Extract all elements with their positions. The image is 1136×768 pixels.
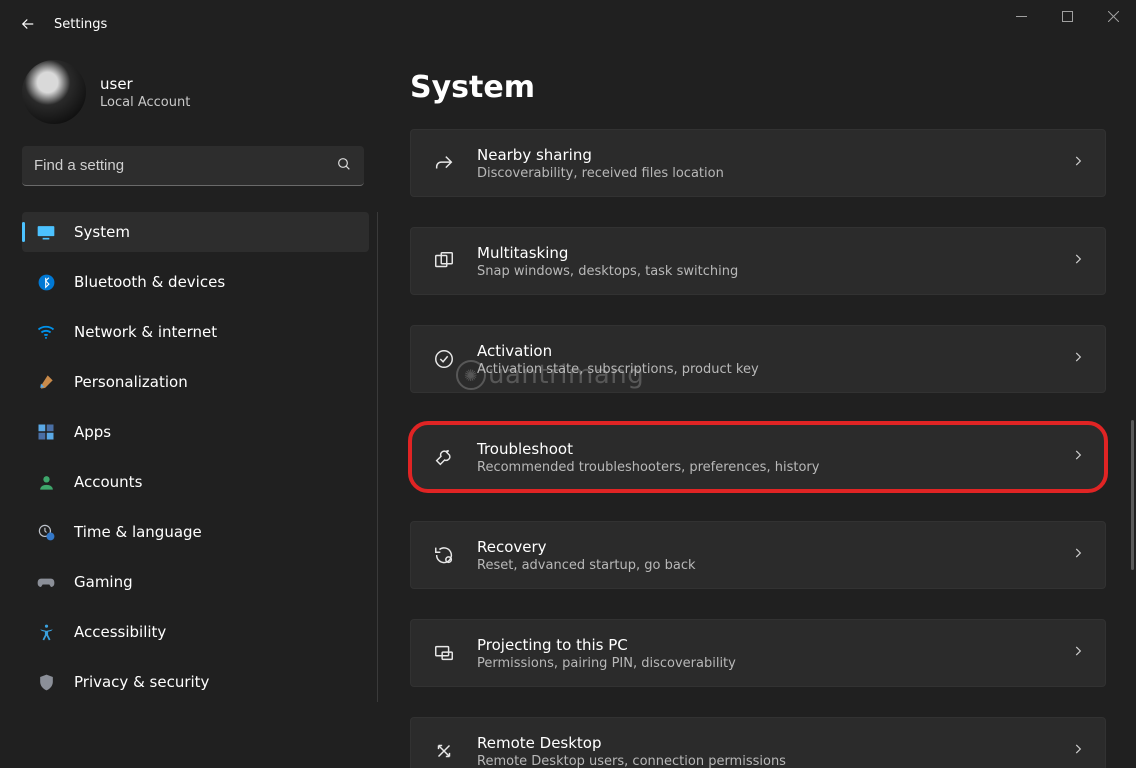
search-box[interactable] xyxy=(22,146,364,186)
shield-icon xyxy=(36,672,56,692)
sidebar-item-label: Apps xyxy=(74,423,111,441)
card-title: Projecting to this PC xyxy=(477,636,1051,654)
card-title: Activation xyxy=(477,342,1051,360)
card-title: Nearby sharing xyxy=(477,146,1051,164)
brush-icon xyxy=(36,372,56,392)
multitask-icon xyxy=(431,248,457,274)
sidebar-item-accessibility[interactable]: Accessibility xyxy=(22,612,369,652)
share-icon xyxy=(431,150,457,176)
card-desc: Recommended troubleshooters, preferences… xyxy=(477,460,1051,475)
gamepad-icon xyxy=(36,572,56,592)
chevron-right-icon xyxy=(1071,448,1085,466)
app-title: Settings xyxy=(54,17,107,32)
sidebar-item-label: Gaming xyxy=(74,573,133,591)
card-title: Recovery xyxy=(477,538,1051,556)
sidebar-item-bluetooth[interactable]: Bluetooth & devices xyxy=(22,262,369,302)
sidebar-item-label: Personalization xyxy=(74,373,188,391)
sidebar-item-label: Network & internet xyxy=(74,323,217,341)
project-icon xyxy=(431,640,457,666)
close-icon xyxy=(1108,11,1119,22)
scrollbar-thumb[interactable] xyxy=(1131,420,1134,570)
card-multitasking[interactable]: Multitasking Snap windows, desktops, tas… xyxy=(410,227,1106,295)
card-title: Multitasking xyxy=(477,244,1051,262)
accessibility-icon xyxy=(36,622,56,642)
sidebar-item-apps[interactable]: Apps xyxy=(22,412,369,452)
chevron-right-icon xyxy=(1071,252,1085,270)
card-desc: Reset, advanced startup, go back xyxy=(477,558,1051,573)
card-title: Troubleshoot xyxy=(477,440,1051,458)
card-nearby-sharing[interactable]: Nearby sharing Discoverability, received… xyxy=(410,129,1106,197)
nav-list: System Bluetooth & devices Network & int… xyxy=(22,212,378,702)
monitor-icon xyxy=(36,222,56,242)
profile-block[interactable]: user Local Account xyxy=(22,60,380,124)
sidebar-item-time-language[interactable]: Time & language xyxy=(22,512,369,552)
main-panel: System Nearby sharing Discoverability, r… xyxy=(380,48,1136,768)
minimize-button[interactable] xyxy=(998,0,1044,32)
card-activation[interactable]: Activation Activation state, subscriptio… xyxy=(410,325,1106,393)
check-circle-icon xyxy=(431,346,457,372)
card-troubleshoot[interactable]: Troubleshoot Recommended troubleshooters… xyxy=(410,423,1106,491)
back-button[interactable] xyxy=(8,4,48,44)
account-type: Local Account xyxy=(100,95,190,110)
card-recovery[interactable]: Recovery Reset, advanced startup, go bac… xyxy=(410,521,1106,589)
search-input[interactable] xyxy=(34,157,336,174)
sidebar-item-personalization[interactable]: Personalization xyxy=(22,362,369,402)
remote-icon xyxy=(431,738,457,764)
wifi-icon xyxy=(36,322,56,342)
search-icon xyxy=(336,156,352,176)
bluetooth-icon xyxy=(36,272,56,292)
card-remote-desktop[interactable]: Remote Desktop Remote Desktop users, con… xyxy=(410,717,1106,768)
card-desc: Discoverability, received files location xyxy=(477,166,1051,181)
sidebar-item-network[interactable]: Network & internet xyxy=(22,312,369,352)
sidebar-item-system[interactable]: System xyxy=(22,212,369,252)
person-icon xyxy=(36,472,56,492)
page-title: System xyxy=(410,70,1106,105)
card-desc: Activation state, subscriptions, product… xyxy=(477,362,1051,377)
avatar xyxy=(22,60,86,124)
window-controls xyxy=(998,0,1136,32)
maximize-button[interactable] xyxy=(1044,0,1090,32)
minimize-icon xyxy=(1016,11,1027,22)
sidebar: user Local Account System xyxy=(0,48,380,768)
close-button[interactable] xyxy=(1090,0,1136,32)
chevron-right-icon xyxy=(1071,350,1085,368)
sidebar-item-label: Accessibility xyxy=(74,623,166,641)
card-desc: Permissions, pairing PIN, discoverabilit… xyxy=(477,656,1051,671)
sidebar-item-accounts[interactable]: Accounts xyxy=(22,462,369,502)
apps-icon xyxy=(36,422,56,442)
recovery-icon xyxy=(431,542,457,568)
sidebar-item-privacy[interactable]: Privacy & security xyxy=(22,662,369,702)
card-title: Remote Desktop xyxy=(477,734,1051,752)
card-desc: Snap windows, desktops, task switching xyxy=(477,264,1051,279)
chevron-right-icon xyxy=(1071,546,1085,564)
sidebar-item-label: Bluetooth & devices xyxy=(74,273,225,291)
sidebar-item-label: System xyxy=(74,223,130,241)
sidebar-item-gaming[interactable]: Gaming xyxy=(22,562,369,602)
chevron-right-icon xyxy=(1071,154,1085,172)
username: user xyxy=(100,75,190,93)
sidebar-item-label: Time & language xyxy=(74,523,202,541)
settings-card-list: Nearby sharing Discoverability, received… xyxy=(410,129,1106,768)
title-bar: Settings xyxy=(0,0,1136,48)
arrow-left-icon xyxy=(19,15,37,33)
sidebar-item-label: Privacy & security xyxy=(74,673,209,691)
nav: System Bluetooth & devices Network & int… xyxy=(22,212,378,702)
maximize-icon xyxy=(1062,11,1073,22)
card-projecting[interactable]: Projecting to this PC Permissions, pairi… xyxy=(410,619,1106,687)
sidebar-item-label: Accounts xyxy=(74,473,142,491)
clock-globe-icon xyxy=(36,522,56,542)
wrench-icon xyxy=(431,444,457,470)
card-desc: Remote Desktop users, connection permiss… xyxy=(477,754,1051,768)
chevron-right-icon xyxy=(1071,742,1085,760)
chevron-right-icon xyxy=(1071,644,1085,662)
